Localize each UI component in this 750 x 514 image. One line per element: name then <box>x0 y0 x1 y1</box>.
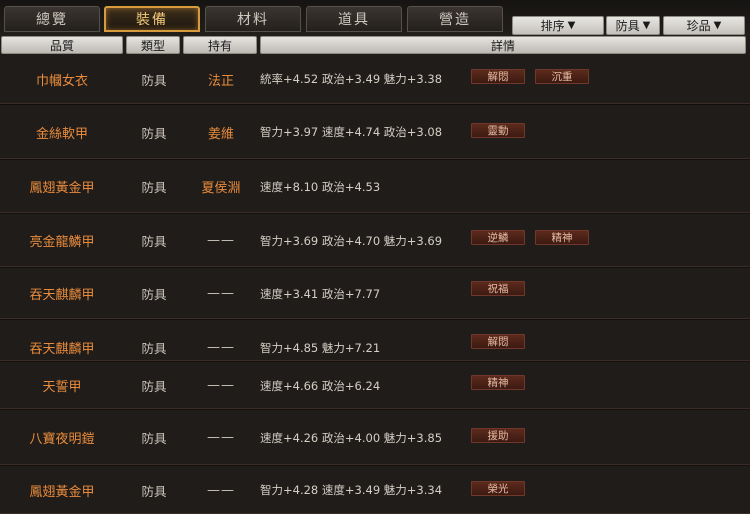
table-row[interactable]: 八寶夜明鎧 防具 —— 速度+4.26 政治+4.00 魅力+3.85 援助 <box>0 411 750 466</box>
item-type: 防具 <box>141 180 167 195</box>
item-name: 鳳翅黃金甲 <box>29 484 95 500</box>
table-row[interactable]: 吞天麒麟甲 防具 —— 速度+3.41 政治+7.77 祝福 <box>0 269 750 320</box>
rarity-dropdown[interactable]: 珍品 ▼ <box>663 16 745 35</box>
sort-dropdown-label: 排序 <box>540 19 565 33</box>
item-details: 智力+3.69 政治+4.70 魅力+3.69 <box>260 233 443 248</box>
tab-bar: 總覽 裝備 材料 道具 營造 排序 ▼ 防具 ▼ 珍品 ▼ <box>0 0 750 36</box>
item-owner: —— <box>207 286 235 301</box>
tab-construction[interactable]: 營造 <box>407 6 503 32</box>
table-row[interactable]: 亮金龍鱗甲 防具 —— 智力+3.69 政治+4.70 魅力+3.69 逆鱗 精… <box>0 215 750 268</box>
column-header-quality[interactable]: 品質 <box>1 36 123 54</box>
item-name: 金絲軟甲 <box>35 126 88 142</box>
item-name: 鳳翅黃金甲 <box>29 181 95 196</box>
trait-tag[interactable]: 沉重 <box>535 69 589 84</box>
item-details: 速度+4.26 政治+4.00 魅力+3.85 <box>260 430 443 445</box>
trait-tag[interactable]: 精神 <box>535 230 589 245</box>
item-name: 亮金龍鱗甲 <box>29 235 95 250</box>
item-details: 智力+4.85 魅力+7.21 <box>260 340 381 355</box>
table-row[interactable]: 巾幗女衣 防具 法正 統率+4.52 政治+3.49 魅力+3.38 解悶 沉重 <box>0 55 750 105</box>
item-details: 智力+4.28 速度+3.49 魅力+3.34 <box>260 483 443 497</box>
table-row[interactable]: 吞天麒麟甲 防具 —— 智力+4.85 魅力+7.21 解悶 <box>0 321 750 362</box>
item-name: 吞天麒麟甲 <box>29 342 95 357</box>
item-details: 速度+3.41 政治+7.77 <box>260 286 381 301</box>
tab-items[interactable]: 道具 <box>306 6 402 32</box>
column-header-details[interactable]: 詳情 <box>260 36 746 54</box>
tab-equipment[interactable]: 裝備 <box>104 6 200 32</box>
trait-tag[interactable]: 逆鱗 <box>471 230 525 245</box>
item-owner: —— <box>207 430 235 445</box>
item-type: 防具 <box>141 287 167 302</box>
item-owner: 姜維 <box>207 126 234 142</box>
item-type: 防具 <box>141 234 167 249</box>
item-type: 防具 <box>141 483 167 499</box>
item-details: 速度+4.66 政治+6.24 <box>260 378 381 393</box>
tab-materials[interactable]: 材料 <box>205 6 301 32</box>
trait-tag[interactable]: 解悶 <box>471 334 525 349</box>
item-details: 統率+4.52 政治+3.49 魅力+3.38 <box>260 72 443 86</box>
triangle-down-icon: ▼ <box>642 20 651 31</box>
sort-dropdown[interactable]: 排序 ▼ <box>512 16 604 35</box>
item-name: 吞天麒麟甲 <box>29 288 95 303</box>
item-owner: —— <box>207 233 235 248</box>
item-type: 防具 <box>141 431 167 446</box>
triangle-down-icon: ▼ <box>713 20 722 31</box>
item-type: 防具 <box>141 125 167 141</box>
item-name: 天誓甲 <box>42 380 82 395</box>
trait-tag[interactable]: 榮光 <box>471 481 525 496</box>
item-owner: 夏侯淵 <box>201 181 241 196</box>
item-name: 巾幗女衣 <box>35 73 88 89</box>
item-owner: —— <box>207 340 235 355</box>
rarity-dropdown-label: 珍品 <box>686 19 711 33</box>
item-owner: 法正 <box>207 73 234 89</box>
item-owner: —— <box>207 482 235 498</box>
column-header-type[interactable]: 類型 <box>126 36 180 54</box>
tab-overview[interactable]: 總覽 <box>4 6 100 32</box>
item-type: 防具 <box>141 72 167 88</box>
item-details: 智力+3.97 速度+4.74 政治+3.08 <box>260 125 443 139</box>
item-type: 防具 <box>141 341 167 356</box>
table-row[interactable]: 天誓甲 防具 —— 速度+4.66 政治+6.24 精神 <box>0 363 750 410</box>
table-row[interactable]: 鳳翅黃金甲 防具 夏侯淵 速度+8.10 政治+4.53 <box>0 161 750 214</box>
trait-tag[interactable]: 精神 <box>471 375 525 390</box>
table-row[interactable]: 金絲軟甲 防具 姜維 智力+3.97 速度+4.74 政治+3.08 靈動 <box>0 106 750 160</box>
trait-tag[interactable]: 祝福 <box>471 281 525 296</box>
column-header-owner[interactable]: 持有 <box>183 36 257 54</box>
item-type: 防具 <box>141 379 167 394</box>
category-dropdown-label: 防具 <box>615 19 640 33</box>
triangle-down-icon: ▼ <box>567 20 576 31</box>
item-owner: —— <box>207 378 235 393</box>
item-details: 速度+8.10 政治+4.53 <box>260 179 381 194</box>
category-dropdown[interactable]: 防具 ▼ <box>606 16 660 35</box>
trait-tag[interactable]: 援助 <box>471 428 525 443</box>
trait-tag[interactable]: 解悶 <box>471 69 525 84</box>
item-name: 八寶夜明鎧 <box>29 432 95 447</box>
table-row[interactable]: 鳳翅黃金甲 防具 —— 智力+4.28 速度+3.49 魅力+3.34 榮光 <box>0 467 750 514</box>
trait-tag[interactable]: 靈動 <box>471 123 525 138</box>
